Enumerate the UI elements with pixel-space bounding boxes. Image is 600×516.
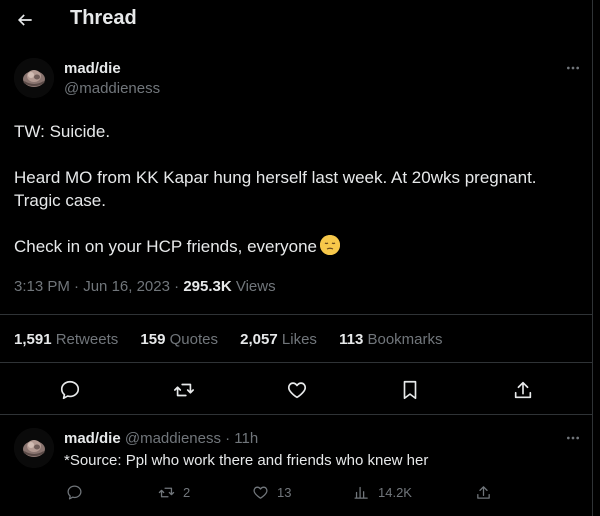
bookmarks-stat[interactable]: 113 Bookmarks — [339, 331, 442, 348]
tweet-text-line: Tragic case. — [14, 191, 106, 210]
reply-author-handle[interactable]: @maddieness — [125, 430, 221, 447]
reply-text: *Source: Ppl who work there and friends … — [64, 452, 429, 469]
retweet-icon[interactable] — [171, 377, 197, 403]
tweet-text: TW: Suicide. Heard MO from KK Kapar hung… — [14, 120, 574, 258]
back-arrow-icon[interactable] — [14, 9, 36, 31]
meta-separator: · — [74, 278, 80, 295]
tweet-date[interactable]: Jun 16, 2023 — [83, 278, 170, 295]
timeline-border — [592, 0, 593, 516]
tweet-meta: 3:13 PM · Jun 16, 2023 · 295.3K Views — [14, 278, 276, 295]
reply-author-name[interactable]: mad/die — [64, 430, 121, 447]
quotes-stat[interactable]: 159 Quotes — [140, 331, 218, 348]
reply-time[interactable]: · 11h — [225, 430, 258, 447]
reply-avatar[interactable] — [14, 428, 54, 468]
reply-share-button[interactable] — [475, 482, 500, 502]
page-title: Thread — [70, 7, 137, 29]
share-icon — [477, 485, 490, 499]
share-icon[interactable] — [510, 377, 536, 403]
divider — [0, 362, 593, 363]
likes-stat[interactable]: 2,057 Likes — [240, 331, 317, 348]
retweet-icon — [158, 487, 175, 497]
tweet-text-line: Check in on your HCP friends, everyone — [14, 235, 574, 258]
tweet-text-line: TW: Suicide. — [14, 122, 111, 141]
pensive-face-emoji — [320, 235, 341, 255]
like-icon[interactable] — [284, 377, 310, 403]
meta-separator: · — [174, 278, 180, 295]
like-icon — [253, 486, 268, 499]
reply-header: mad/die @maddieness · 11h — [64, 430, 258, 447]
retweets-stat[interactable]: 1,591 Retweets — [14, 331, 118, 348]
views-label: Views — [235, 278, 276, 295]
tweet-text-segment: Check in on your HCP friends, everyone — [14, 237, 318, 256]
reply-retweets-count: 2 — [183, 484, 191, 500]
reply-views-button[interactable]: 14.2K — [353, 482, 412, 502]
more-icon[interactable] — [563, 58, 583, 78]
reply-icon[interactable] — [57, 377, 83, 403]
reply-views-count: 14.2K — [378, 484, 412, 500]
thread-header: Thread — [0, 0, 593, 38]
more-icon[interactable] — [563, 428, 583, 448]
avatar[interactable] — [14, 58, 54, 98]
views-count: 295.3K — [183, 278, 232, 295]
reply-likes-count: 13 — [277, 484, 292, 500]
author-handle[interactable]: @maddieness — [64, 80, 160, 97]
reply-actions: 2 13 14.2K — [0, 482, 593, 506]
tweet-actions — [0, 372, 593, 408]
divider — [0, 314, 593, 315]
reply-icon — [67, 484, 82, 500]
author-name[interactable]: mad/die — [64, 60, 121, 77]
tweet-time[interactable]: 3:13 PM — [14, 278, 70, 295]
tweet-text-line: Heard MO from KK Kapar hung herself last… — [14, 168, 537, 187]
reply-reply-button[interactable] — [66, 482, 91, 502]
engagement-stats: 1,591 Retweets 159 Quotes 2,057 Likes 11… — [14, 331, 461, 348]
reply-retweet-button[interactable]: 2 — [158, 482, 190, 502]
reply-like-button[interactable]: 13 — [252, 482, 291, 502]
bookmark-icon[interactable] — [397, 377, 423, 403]
views-icon — [354, 486, 368, 499]
divider — [0, 414, 593, 415]
